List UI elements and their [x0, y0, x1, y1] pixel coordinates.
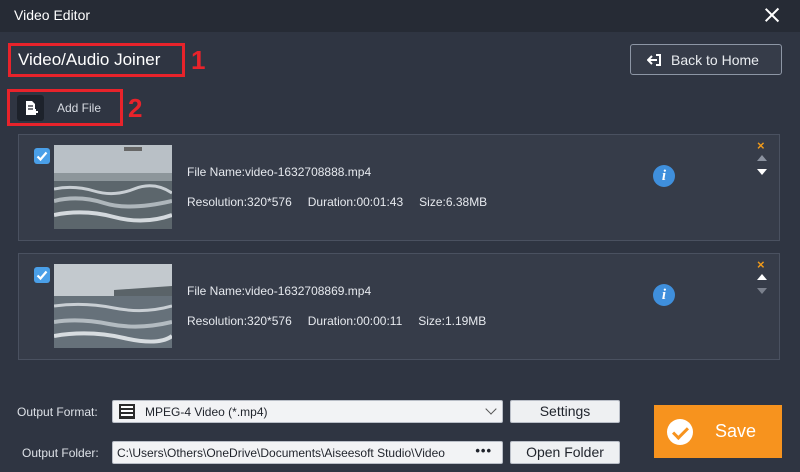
move-down-icon[interactable] — [757, 169, 767, 175]
add-file-button[interactable]: Add File — [17, 95, 117, 121]
remove-icon[interactable]: × — [757, 138, 765, 153]
file-meta: Resolution:320*576 Duration:00:00:11 Size:… — [187, 314, 502, 328]
save-button[interactable]: Save — [654, 405, 782, 458]
file-size: Size:6.38MB — [419, 195, 488, 209]
video-thumbnail — [54, 145, 172, 229]
move-up-icon[interactable] — [757, 155, 767, 161]
info-icon[interactable]: i — [653, 165, 675, 187]
mpeg4-icon — [119, 404, 135, 419]
file-checkbox[interactable] — [34, 267, 50, 283]
annotation-number-2: 2 — [128, 93, 143, 123]
file-item: File Name:video-1632708888.mp4 Resolutio… — [18, 134, 780, 241]
output-folder-value: C:\Users\Others\OneDrive\Documents\Aisee… — [117, 446, 445, 460]
file-duration: Duration:00:01:43 — [307, 195, 404, 209]
open-folder-button[interactable]: Open Folder — [510, 441, 620, 464]
file-name: File Name:video-1632708869.mp4 — [187, 284, 372, 298]
file-name: File Name:video-1632708888.mp4 — [187, 165, 372, 179]
remove-icon[interactable]: × — [757, 257, 765, 272]
settings-button[interactable]: Settings — [510, 400, 620, 423]
file-checkbox[interactable] — [34, 148, 50, 164]
save-label: Save — [715, 421, 757, 441]
checkmark-icon — [667, 419, 693, 445]
output-format-label: Output Format: — [17, 405, 98, 419]
file-resolution: Resolution:320*576 — [187, 195, 292, 209]
output-folder-label: Output Folder: — [22, 446, 99, 460]
annotation-number-1: 1 — [191, 45, 206, 75]
back-to-home-label: Back to Home — [671, 52, 759, 68]
file-resolution: Resolution:320*576 — [187, 314, 292, 328]
file-item: File Name:video-1632708869.mp4 Resolutio… — [18, 253, 780, 360]
chevron-down-icon — [485, 403, 497, 415]
output-folder-field[interactable]: C:\Users\Others\OneDrive\Documents\Aisee… — [112, 441, 503, 464]
add-file-icon — [17, 95, 44, 121]
file-duration: Duration:00:00:11 — [307, 314, 403, 328]
video-thumbnail — [54, 264, 172, 348]
title-bar: Video Editor — [0, 0, 800, 32]
back-arrow-icon — [647, 54, 661, 66]
file-size: Size:1.19MB — [418, 314, 487, 328]
module-title: Video/Audio Joiner — [18, 50, 161, 69]
output-format-select[interactable]: MPEG-4 Video (*.mp4) — [112, 400, 503, 423]
move-up-icon[interactable] — [757, 274, 767, 280]
back-to-home-button[interactable]: Back to Home — [630, 44, 782, 75]
add-file-label: Add File — [57, 101, 102, 115]
window-title: Video Editor — [14, 7, 91, 23]
close-icon[interactable] — [762, 5, 782, 25]
output-format-value: MPEG-4 Video (*.mp4) — [145, 405, 268, 419]
browse-more-icon[interactable]: ••• — [475, 443, 492, 458]
move-down-icon[interactable] — [757, 288, 767, 294]
info-icon[interactable]: i — [653, 284, 675, 306]
file-meta: Resolution:320*576 Duration:00:01:43 Size:… — [187, 195, 503, 209]
